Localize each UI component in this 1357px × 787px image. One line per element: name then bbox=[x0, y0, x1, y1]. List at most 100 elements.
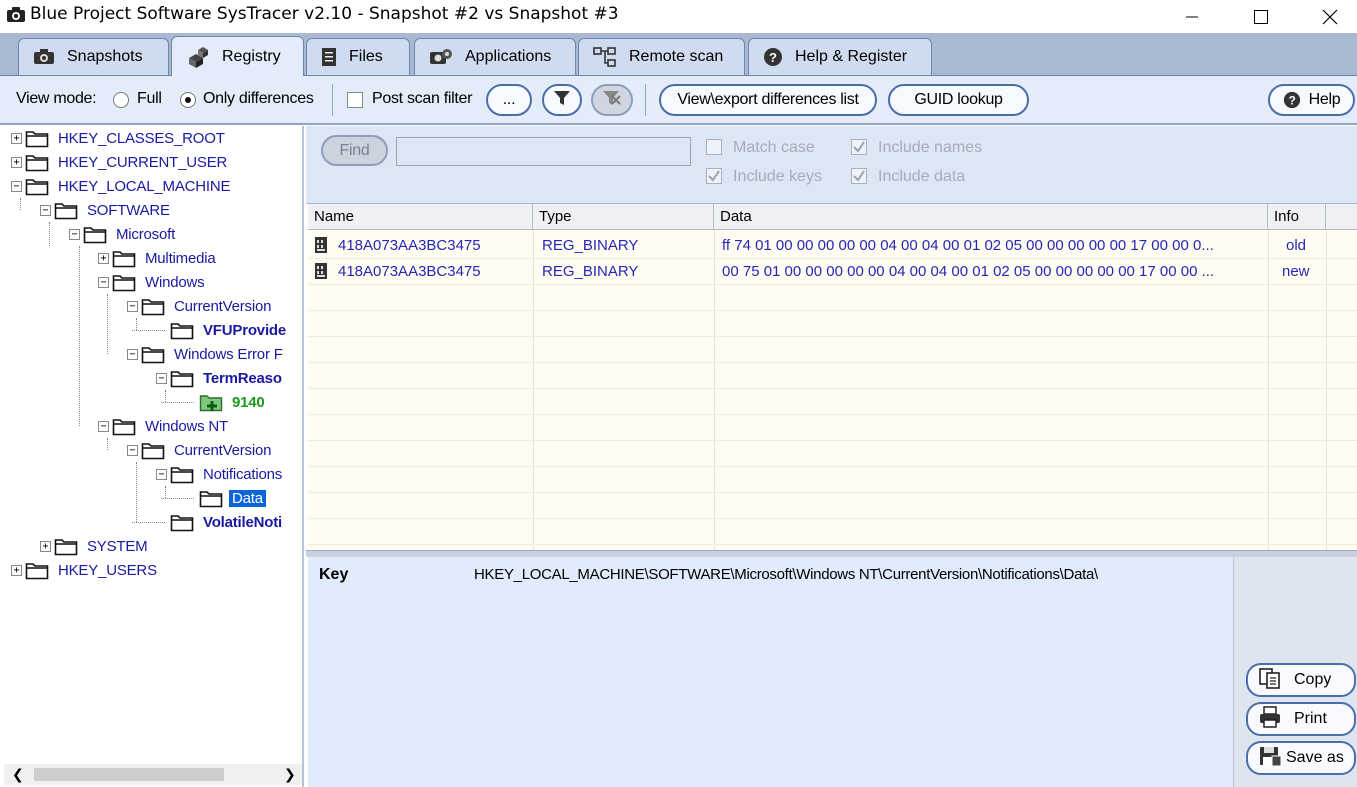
copy-label: Copy bbox=[1294, 671, 1332, 688]
scroll-left-arrow-icon[interactable]: ❮ bbox=[12, 766, 24, 783]
tree-item[interactable]: CurrentVersion bbox=[141, 439, 274, 461]
expand-icon[interactable]: + bbox=[98, 253, 109, 264]
scroll-right-arrow-icon[interactable]: ❯ bbox=[284, 766, 296, 783]
collapse-icon[interactable]: − bbox=[69, 229, 80, 240]
collapse-icon[interactable]: − bbox=[127, 445, 138, 456]
tree-item[interactable]: Windows NT bbox=[112, 415, 231, 437]
network-icon bbox=[593, 47, 617, 67]
tab-label: Files bbox=[349, 48, 383, 65]
copy-icon bbox=[1258, 667, 1282, 694]
expand-icon[interactable]: + bbox=[11, 133, 22, 144]
include-data-checkbox[interactable] bbox=[851, 168, 867, 184]
tree-item[interactable]: HKEY_CLASSES_ROOT bbox=[25, 127, 228, 149]
tab-snapshots[interactable]: Snapshots bbox=[18, 38, 169, 75]
guid-lookup-button[interactable]: GUID lookup bbox=[888, 84, 1029, 116]
help-icon: ? bbox=[763, 47, 783, 67]
toolbar-separator bbox=[645, 84, 646, 116]
tree-item[interactable]: Microsoft bbox=[83, 223, 178, 245]
tree-item[interactable]: TermReaso bbox=[170, 367, 285, 389]
grid-row-line bbox=[308, 310, 1357, 311]
find-button[interactable]: Find bbox=[321, 135, 388, 166]
tab-label: Registry bbox=[222, 47, 281, 65]
guid-lookup-label: GUID lookup bbox=[914, 91, 1003, 108]
pane-splitter[interactable] bbox=[306, 550, 1357, 557]
tree-item[interactable]: Windows Error F bbox=[141, 343, 286, 365]
collapse-icon[interactable]: − bbox=[40, 205, 51, 216]
collapse-icon[interactable]: − bbox=[98, 277, 109, 288]
differences-grid[interactable]: Name Type Data Info 418A073AA3BC3475 REG… bbox=[308, 204, 1357, 571]
collapse-icon[interactable]: − bbox=[98, 421, 109, 432]
expand-icon[interactable]: + bbox=[11, 157, 22, 168]
dots-label: ... bbox=[502, 91, 516, 108]
column-header-name[interactable]: Name bbox=[308, 204, 533, 230]
expand-icon[interactable]: + bbox=[40, 541, 51, 552]
save-as-label: Save as bbox=[1286, 749, 1344, 766]
expand-icon[interactable]: + bbox=[11, 565, 22, 576]
tree-item[interactable]: CurrentVersion bbox=[141, 295, 274, 317]
table-row[interactable]: 418A073AA3BC3475 REG_BINARY 00 75 01 00 … bbox=[308, 260, 1357, 284]
clear-filter-button[interactable] bbox=[591, 84, 633, 116]
tree-item[interactable]: Multimedia bbox=[112, 247, 219, 269]
tab-files[interactable]: Files bbox=[306, 38, 410, 75]
tree-item[interactable]: HKEY_CURRENT_USER bbox=[25, 151, 230, 173]
filter-button[interactable] bbox=[542, 84, 582, 116]
grid-row-line bbox=[308, 414, 1357, 415]
include-keys-checkbox[interactable] bbox=[706, 168, 722, 184]
tree-item[interactable]: VFUProvide bbox=[170, 319, 289, 341]
row-data: 00 75 01 00 00 00 00 00 04 00 04 00 01 0… bbox=[722, 263, 1215, 280]
tree-horizontal-scrollbar[interactable]: ❮ ❯ bbox=[4, 764, 302, 785]
only-differences-radio[interactable] bbox=[180, 92, 196, 108]
copy-button[interactable]: Copy bbox=[1246, 663, 1356, 697]
collapse-icon[interactable]: − bbox=[127, 301, 138, 312]
tree-item-label: VFUProvide bbox=[203, 321, 287, 339]
svg-text:?: ? bbox=[769, 50, 777, 65]
camera-icon bbox=[33, 48, 55, 66]
tab-label: Remote scan bbox=[629, 48, 724, 65]
tree-item[interactable]: SYSTEM bbox=[54, 535, 150, 557]
tree-item-label: Multimedia bbox=[145, 249, 216, 267]
funnel-icon bbox=[552, 88, 572, 113]
tree-item[interactable]: SOFTWARE bbox=[54, 199, 173, 221]
column-header-data[interactable]: Data bbox=[714, 204, 1268, 230]
view-export-label: View\export differences list bbox=[677, 91, 859, 108]
help-button[interactable]: ? Help bbox=[1268, 84, 1355, 116]
post-scan-filter-checkbox[interactable] bbox=[347, 92, 363, 108]
tree-item[interactable]: Data bbox=[199, 487, 266, 509]
collapse-icon[interactable]: − bbox=[11, 181, 22, 192]
full-label: Full bbox=[137, 90, 162, 107]
tab-remote-scan[interactable]: Remote scan bbox=[578, 38, 745, 75]
tree-item[interactable]: 9140 bbox=[199, 391, 268, 413]
tab-label: Applications bbox=[465, 48, 552, 65]
tree-item[interactable]: HKEY_USERS bbox=[25, 559, 160, 581]
minimize-button[interactable] bbox=[1157, 0, 1227, 33]
collapse-icon[interactable]: − bbox=[127, 349, 138, 360]
toolbar: View mode: Full Only differences Post sc… bbox=[0, 75, 1357, 125]
tab-registry[interactable]: Registry bbox=[171, 36, 304, 76]
maximize-button[interactable] bbox=[1226, 0, 1296, 33]
view-export-differences-button[interactable]: View\export differences list bbox=[659, 84, 877, 116]
tree-item[interactable]: Windows bbox=[112, 271, 207, 293]
match-case-checkbox[interactable] bbox=[706, 139, 722, 155]
full-radio[interactable] bbox=[113, 92, 129, 108]
filter-options-button[interactable]: ... bbox=[486, 84, 532, 116]
row-type: REG_BINARY bbox=[542, 237, 639, 254]
scrollbar-thumb[interactable] bbox=[34, 768, 224, 781]
tree-item[interactable]: Notifications bbox=[170, 463, 285, 485]
include-names-checkbox[interactable] bbox=[851, 139, 867, 155]
column-header-info[interactable]: Info bbox=[1268, 204, 1326, 230]
tab-applications[interactable]: Applications bbox=[414, 38, 576, 75]
print-button[interactable]: Print bbox=[1246, 702, 1356, 736]
collapse-icon[interactable]: − bbox=[156, 469, 167, 480]
save-as-button[interactable]: Save as bbox=[1246, 741, 1356, 775]
folder-icon bbox=[25, 128, 49, 148]
folder-icon bbox=[170, 368, 194, 388]
tree-item-label: Windows bbox=[145, 273, 205, 291]
tree-item[interactable]: HKEY_LOCAL_MACHINE bbox=[25, 175, 233, 197]
find-input[interactable] bbox=[396, 137, 691, 166]
column-header-type[interactable]: Type bbox=[533, 204, 714, 230]
tab-help-register[interactable]: ? Help & Register bbox=[748, 38, 932, 75]
table-row[interactable]: 418A073AA3BC3475 REG_BINARY ff 74 01 00 … bbox=[308, 234, 1357, 258]
close-button[interactable] bbox=[1295, 0, 1357, 33]
collapse-icon[interactable]: − bbox=[156, 373, 167, 384]
tree-item[interactable]: VolatileNoti bbox=[170, 511, 285, 533]
